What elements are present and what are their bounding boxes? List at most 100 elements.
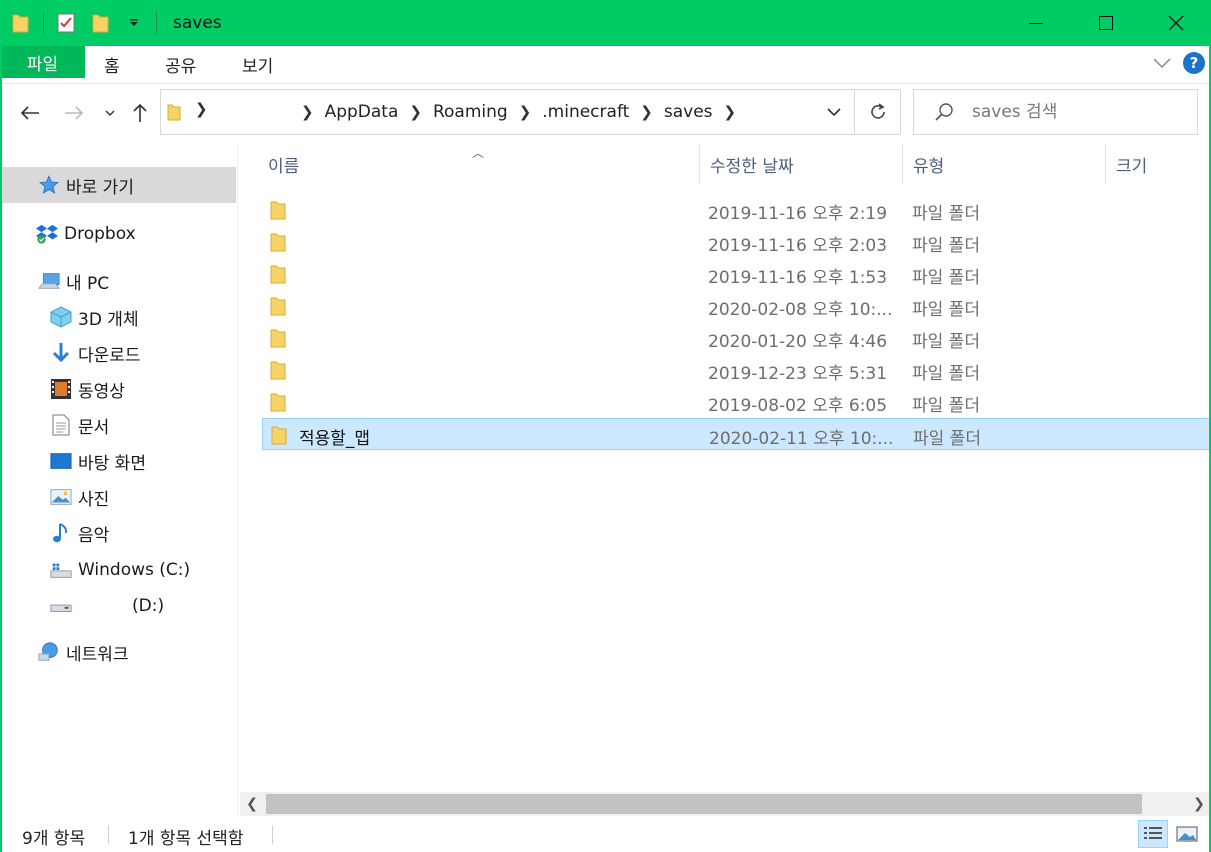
column-header-type[interactable]: 유형 [913,144,944,184]
file-row[interactable]: 2019-08-02 오후 6:05 파일 폴더 [262,386,1211,418]
breadcrumb-appdata[interactable]: AppData [325,102,399,122]
sidebar-item-this-pc[interactable]: 내 PC [0,263,236,299]
new-folder-button[interactable] [88,9,112,37]
scrollbar-thumb[interactable] [266,794,1142,814]
file-name: 적용할_맵 [299,429,371,449]
back-button[interactable] [18,99,42,127]
drive-c-icon [50,559,72,581]
horizontal-scrollbar[interactable]: ❮ ❯ [240,792,1211,816]
close-button[interactable] [1141,0,1211,46]
help-button[interactable]: ? [1183,52,1205,74]
sidebar-item-desktop[interactable]: 바탕 화면 [0,443,236,479]
file-row[interactable]: 2019-11-16 오후 2:19 파일 폴더 [262,194,1211,226]
breadcrumb-roaming[interactable]: Roaming [433,102,508,122]
maximize-button[interactable] [1071,0,1141,46]
folder-icon [167,104,181,121]
arrow-left-icon [20,106,39,120]
forward-button[interactable] [62,99,86,127]
scroll-left-button[interactable]: ❮ [240,792,264,816]
tab-home[interactable]: 홈 [104,52,120,77]
file-row[interactable]: 2019-11-16 오후 1:53 파일 폴더 [262,258,1211,290]
folder-icon [12,14,29,33]
title-bar: saves [0,0,1211,46]
breadcrumb-saves[interactable]: saves [664,102,713,122]
sidebar-item-label: 네트워크 [66,644,129,665]
file-row[interactable]: 2020-01-20 오후 4:46 파일 폴더 [262,322,1211,354]
details-view-icon [1144,827,1162,839]
breadcrumb-chevron[interactable]: ❯ [409,103,422,121]
sidebar-item-pictures[interactable]: 사진 [0,479,236,515]
window-border-left [0,46,2,852]
chevron-left-icon: ❮ [246,796,258,812]
folder-icon [270,297,286,316]
folder-icon [270,361,286,380]
star-icon [38,174,60,196]
desktop-icon [50,450,72,472]
network-icon [38,641,60,663]
sidebar-item-drive-d[interactable]: (D:) [0,588,236,624]
file-row[interactable]: 2020-02-08 오후 10:... 파일 폴더 [262,290,1211,322]
sidebar-item-label: 동영상 [78,381,125,402]
dropbox-icon [36,223,58,245]
file-row-selected[interactable]: 적용할_맵 2020-02-11 오후 10:... 파일 폴더 [262,418,1211,450]
sidebar-item-label: Dropbox [64,224,136,244]
expand-ribbon-button[interactable] [1153,57,1171,69]
scroll-right-button[interactable]: ❯ [1187,792,1211,816]
recent-locations-button[interactable] [98,99,122,127]
refresh-button[interactable] [854,90,900,134]
sidebar-item-label: 바탕 화면 [78,453,146,474]
tab-file[interactable]: 파일 [0,46,85,78]
breadcrumb-minecraft[interactable]: .minecraft [542,102,629,122]
breadcrumb-chevron[interactable]: ❯ [640,103,653,121]
sidebar-item-documents[interactable]: 문서 [0,407,236,443]
address-history-button[interactable] [814,90,854,134]
column-header-size[interactable]: 크기 [1116,144,1147,184]
breadcrumb-root-chevron[interactable]: ❯ [195,100,208,118]
column-divider[interactable] [699,144,700,184]
up-button[interactable] [128,99,152,127]
sidebar-item-3d-objects[interactable]: 3D 개체 [0,299,236,335]
customize-toolbar-button[interactable] [122,9,146,37]
file-row[interactable]: 2019-12-23 오후 5:31 파일 폴더 [262,354,1211,386]
close-icon [1168,15,1184,31]
sidebar-item-videos[interactable]: 동영상 [0,371,236,407]
sidebar-item-quick-access[interactable]: 바로 가기 [0,167,236,203]
folder-icon [270,265,286,284]
video-icon [50,378,72,400]
breadcrumb-chevron[interactable]: ❯ [301,103,314,121]
column-header-name[interactable]: 이름 [268,144,299,184]
column-divider[interactable] [1105,144,1106,184]
sidebar-item-network[interactable]: 네트워크 [0,634,236,670]
sidebar-item-label: 다운로드 [78,345,141,366]
sidebar-item-label: 바로 가기 [66,177,134,198]
file-type: 파일 폴더 [912,268,980,288]
navigation-pane: 바로 가기 Dropbox 내 PC 3D 개체 다운로드 동영상 문서 바탕 … [0,144,238,816]
tab-share[interactable]: 공유 [165,52,196,77]
breadcrumb-chevron[interactable]: ❯ [724,103,737,121]
tab-view[interactable]: 보기 [242,52,273,77]
folder-icon [270,329,286,348]
sidebar-item-downloads[interactable]: 다운로드 [0,335,236,371]
column-header-date[interactable]: 수정한 날짜 [710,144,794,184]
sidebar-item-music[interactable]: 음악 [0,515,236,551]
sidebar-item-label: 음악 [78,525,110,546]
minimize-button[interactable] [1001,0,1071,46]
search-box[interactable] [913,89,1198,135]
sidebar-item-dropbox[interactable]: Dropbox [0,216,236,252]
file-row[interactable]: 2019-11-16 오후 2:03 파일 폴더 [262,226,1211,258]
properties-button[interactable] [54,9,78,37]
toolbar-separator [43,12,44,34]
maximize-icon [1099,16,1113,30]
breadcrumb-chevron[interactable]: ❯ [519,103,532,121]
ribbon-right-controls: ? [1153,52,1205,74]
toolbar-separator [156,12,157,34]
address-bar[interactable]: ❯ ❯ AppData ❯ Roaming ❯ .minecraft ❯ sav… [160,89,901,135]
column-divider[interactable] [902,144,903,184]
details-view-button[interactable] [1138,820,1168,848]
refresh-icon [870,103,885,119]
quick-access-toolbar [0,0,167,46]
status-separator [108,826,109,844]
sidebar-item-drive-c[interactable]: Windows (C:) [0,552,236,588]
large-icons-view-button[interactable] [1172,820,1202,848]
search-input[interactable] [972,102,1172,122]
